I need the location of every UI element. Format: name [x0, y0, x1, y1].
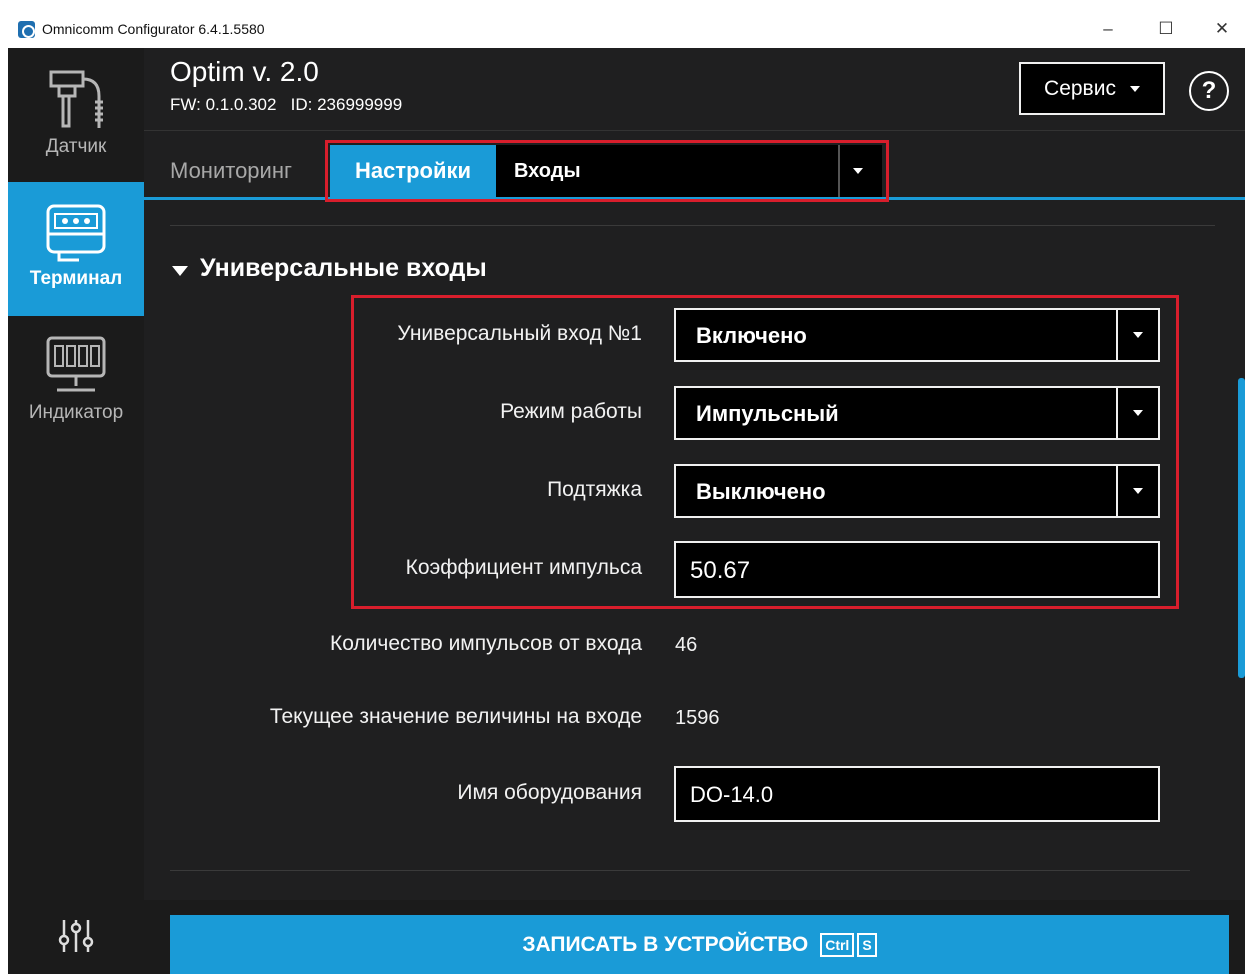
sidebar: Датчик Терминал Индикатор: [8, 48, 144, 974]
sidebar-item-label: Датчик: [45, 136, 107, 157]
indicator-icon: [46, 336, 106, 392]
sidebar-item-label: Индикатор: [28, 402, 124, 423]
maximize-button[interactable]: ☐: [1143, 10, 1189, 48]
shortcut-ctrl-key: Ctrl: [820, 932, 855, 957]
content-divider-bottom: [170, 870, 1190, 871]
minimize-button[interactable]: –: [1085, 10, 1131, 48]
collapse-arrow-icon[interactable]: [172, 266, 188, 276]
tab-monitoring[interactable]: Мониторинг: [170, 158, 292, 184]
highlight-box-tabs: [325, 140, 889, 202]
equipment-name-input[interactable]: DO-14.0: [674, 766, 1160, 822]
scrollbar[interactable]: [1238, 378, 1245, 678]
field-label-equipment-name: Имя оборудования: [457, 781, 642, 804]
highlight-box-fields: [351, 295, 1179, 609]
service-label: Сервис: [1044, 76, 1116, 100]
device-name: Optim v. 2.0: [170, 56, 319, 87]
close-button[interactable]: ✕: [1199, 10, 1245, 48]
sidebar-item-terminal[interactable]: Терминал: [8, 182, 144, 316]
sidebar-item-sensor[interactable]: Датчик: [8, 66, 144, 186]
help-button[interactable]: ?: [1189, 71, 1229, 111]
terminal-icon: [46, 204, 106, 262]
sensor-icon: [49, 70, 103, 128]
current-value: 1596: [675, 707, 720, 729]
content-divider: [170, 225, 1215, 226]
chevron-down-icon: [1129, 85, 1140, 92]
device-fw-id: FW: 0.1.0.302 ID: 236999999: [170, 95, 403, 114]
sidebar-item-indicator[interactable]: Индикатор: [8, 334, 144, 444]
write-to-device-button[interactable]: ЗАПИСАТЬ В УСТРОЙСТВО Ctrl S: [170, 915, 1229, 974]
window-titlebar: Omnicomm Configurator 6.4.1.5580 – ☐ ✕: [0, 10, 1245, 48]
pulse-count-value: 46: [675, 634, 698, 656]
header-divider: [144, 130, 1245, 131]
equipment-name-value: DO-14.0: [690, 782, 774, 807]
service-menu-button[interactable]: Сервис: [1019, 62, 1165, 115]
app-logo-icon: [18, 21, 35, 38]
field-label-pulse-count: Количество импульсов от входа: [329, 632, 642, 655]
field-label-current-value: Текущее значение величины на входе: [269, 705, 642, 728]
sliders-icon: [58, 920, 94, 952]
shortcut-s-key: S: [857, 932, 877, 957]
settings-sliders-button[interactable]: [54, 916, 98, 956]
sidebar-item-label: Терминал: [29, 268, 123, 289]
section-title: Универсальные входы: [200, 254, 487, 282]
window-title: Omnicomm Configurator 6.4.1.5580: [42, 21, 265, 37]
write-button-label: ЗАПИСАТЬ В УСТРОЙСТВО: [522, 932, 809, 956]
